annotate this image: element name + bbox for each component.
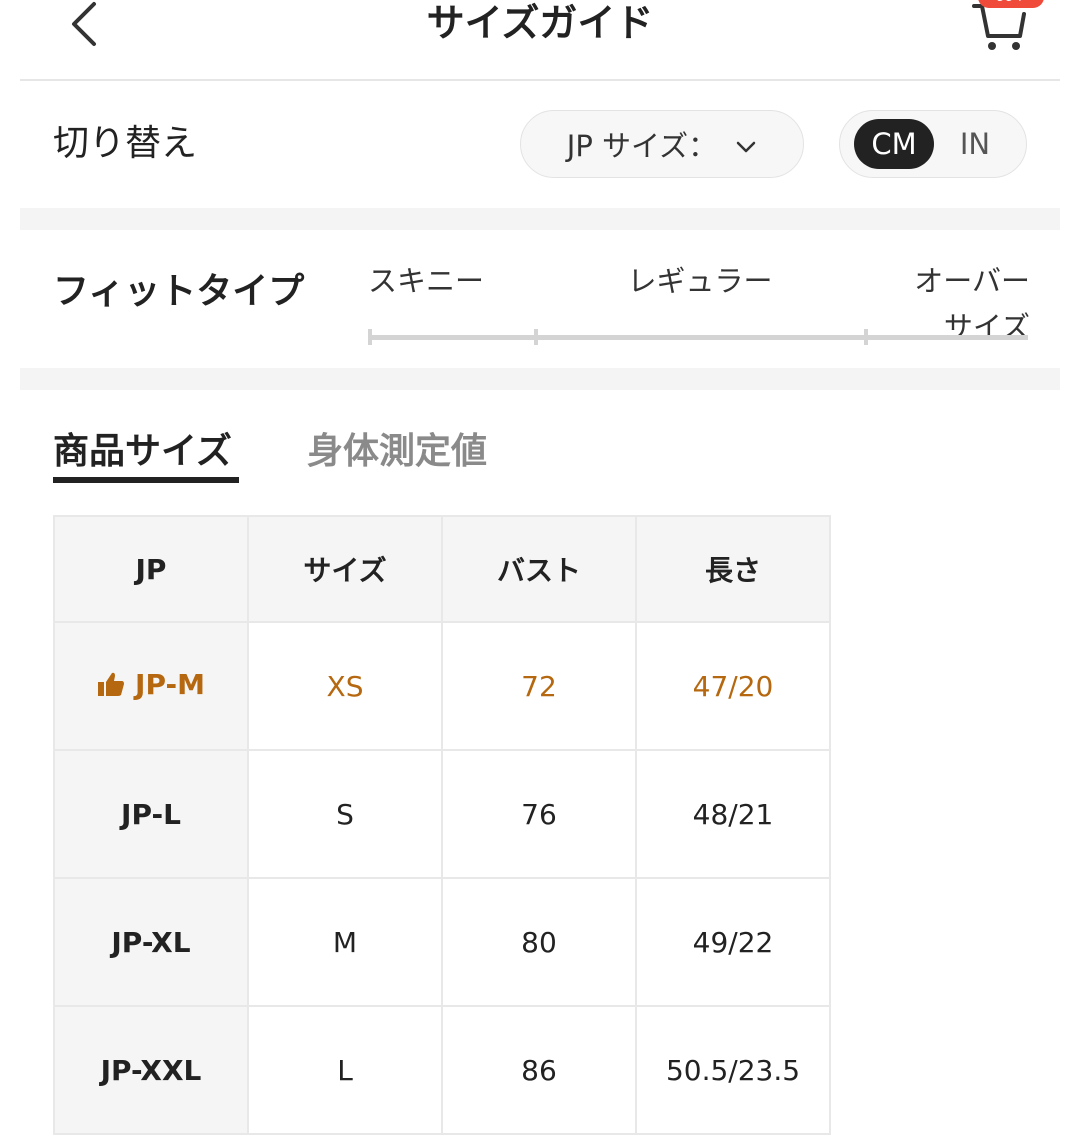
jp-size-cell: JP-XXL (53, 1005, 249, 1135)
jp-size-cell: JP-M (53, 621, 249, 751)
tab-body-measurements[interactable]: 身体測定値 (307, 428, 487, 476)
column-header: サイズ (247, 515, 443, 623)
column-header: バスト (441, 515, 637, 623)
chevron-down-icon (735, 127, 757, 161)
bust-cell: 76 (441, 749, 637, 879)
length-cell: 48/21 (635, 749, 831, 879)
fit-option-skinny: スキニー (368, 264, 485, 298)
size-cell: S (247, 749, 443, 879)
active-tab-indicator (53, 477, 239, 483)
unit-cm-button[interactable]: CM (854, 119, 934, 169)
length-cell: 47/20 (635, 621, 831, 751)
section-divider (20, 208, 1060, 230)
length-cell: 50.5/23.5 (635, 1005, 831, 1135)
unit-in-button[interactable]: IN (940, 119, 1010, 169)
thumbs-up-icon (97, 671, 125, 704)
fit-scale-line (370, 335, 1028, 340)
bust-cell: 72 (441, 621, 637, 751)
jp-size-cell: JP-L (53, 749, 249, 879)
cart-badge: 99+ (978, 0, 1044, 8)
size-system-value: JP サイズ： (566, 129, 718, 163)
bust-cell: 80 (441, 877, 637, 1007)
fit-scale-tick (864, 329, 868, 345)
size-system-dropdown[interactable]: JP サイズ： (520, 110, 804, 178)
column-header: JP (53, 515, 249, 623)
tab-product-size[interactable]: 商品サイズ (53, 428, 232, 476)
size-cell: M (247, 877, 443, 1007)
table-row: JP-L S 76 48/21 (53, 749, 831, 879)
fit-type-label: フィットタイプ (53, 271, 305, 312)
bust-cell: 86 (441, 1005, 637, 1135)
table-row: JP-XL M 80 49/22 (53, 877, 831, 1007)
length-cell: 49/22 (635, 877, 831, 1007)
fit-scale-tick (534, 329, 538, 345)
column-header: 長さ (635, 515, 831, 623)
jp-size-cell: JP-XL (53, 877, 249, 1007)
section-divider (20, 368, 1060, 390)
table-header-row: JP サイズ バスト 長さ (53, 515, 831, 623)
size-table: JP サイズ バスト 長さ JP-M XS 72 47/20 JP-L S 76… (53, 515, 831, 1135)
size-cell: XS (247, 621, 443, 751)
table-row-recommended: JP-M XS 72 47/20 (53, 621, 831, 751)
fit-scale-tick (368, 329, 372, 345)
jp-size-label: JP-M (135, 668, 205, 701)
page-title: サイズガイド (426, 1, 654, 45)
size-cell: L (247, 1005, 443, 1135)
switch-label: 切り替え (53, 123, 198, 164)
unit-toggle: CM IN (839, 110, 1027, 178)
table-row: JP-XXL L 86 50.5/23.5 (53, 1005, 831, 1135)
fit-option-regular: レギュラー (627, 264, 773, 298)
header-divider (20, 79, 1060, 81)
